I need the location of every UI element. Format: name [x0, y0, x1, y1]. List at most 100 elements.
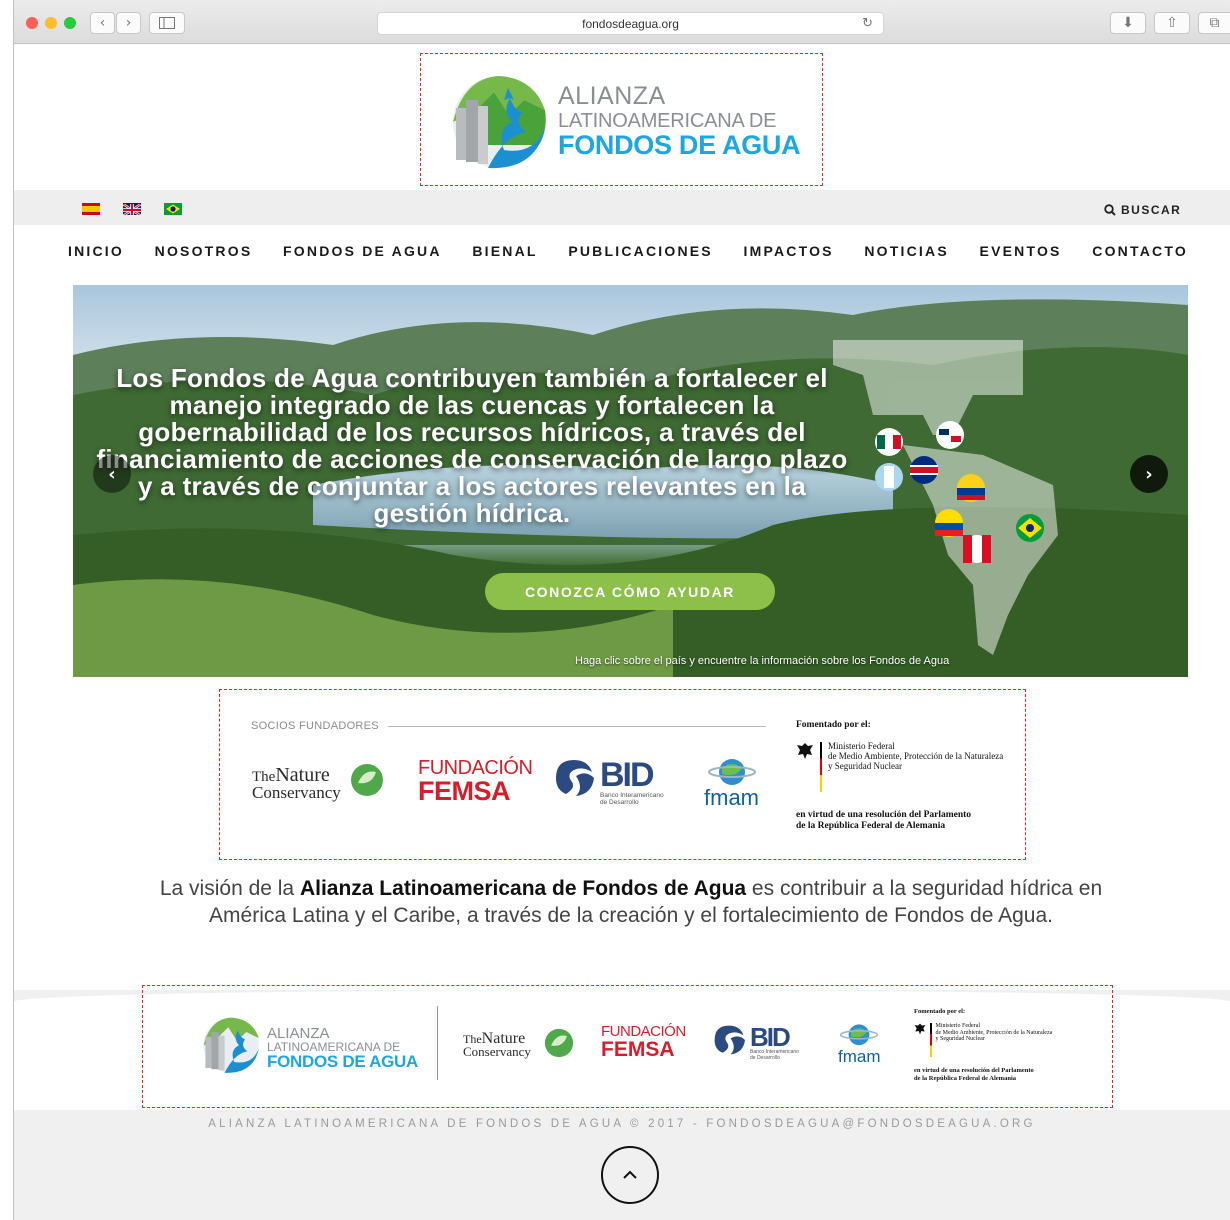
- slider-prev-button[interactable]: ‹: [93, 455, 131, 493]
- logo-line-fondos: FONDOS DE AGUA: [558, 130, 801, 160]
- footer-copyright[interactable]: ALIANZA LATINOAMERICANA DE FONDOS DE AGU…: [14, 1118, 1230, 1130]
- nav-item-bienal[interactable]: BIENAL: [472, 243, 537, 261]
- map-caption: Haga clic sobre el país y encuentre la i…: [575, 655, 950, 667]
- header-logo[interactable]: ALIANZA LATINOAMERICANA DE FONDOS DE AGU…: [420, 53, 823, 186]
- nav-item-nosotros[interactable]: NOSOTROS: [155, 243, 253, 261]
- footer-ministerio-line-3: y Seguridad Nuclear: [935, 1036, 985, 1043]
- ministerio-line-3: y Seguridad Nuclear: [828, 760, 902, 771]
- logo-line-latinoamericana: LATINOAMERICANA DE: [558, 110, 777, 132]
- nav-item-publicaciones[interactable]: PUBLICACIONES: [568, 243, 713, 261]
- german-flag-stripe: [820, 742, 822, 792]
- chevron-left-icon: ‹: [99, 15, 106, 31]
- bid-swoosh-icon: [556, 760, 594, 796]
- chevron-right-icon: ›: [1145, 463, 1153, 485]
- footer-femsa-fundacion: FUNDACIÓN: [601, 1023, 686, 1040]
- fmam-logo[interactable]: fmam: [704, 756, 759, 809]
- footer-logo-line-3: FONDOS DE AGUA: [267, 1052, 419, 1071]
- femsa-logo[interactable]: FUNDACIÓN FEMSA: [418, 757, 533, 806]
- tabs-icon: ⧉: [1209, 15, 1220, 31]
- hero-slider: Los Fondos de Agua contribuyen también a…: [73, 285, 1188, 677]
- spanish-flag-icon[interactable]: [82, 203, 100, 215]
- femsa-name: FEMSA: [418, 776, 511, 806]
- german-eagle-icon: [797, 743, 813, 759]
- founding-partners: SOCIOS FUNDADORES TheNature Conservancy …: [219, 689, 1026, 860]
- nav-item-noticias[interactable]: NOTICIAS: [864, 243, 949, 261]
- share-button[interactable]: ⇧: [1154, 12, 1190, 34]
- footer-bid-logo[interactable]: BID Banco Interamericano de Desarrollo: [711, 1024, 799, 1061]
- footer-german-flag-stripe: [930, 1023, 932, 1057]
- chevron-left-icon: ‹: [108, 463, 116, 485]
- downloads-button[interactable]: ⬇: [1110, 12, 1146, 34]
- bmu-funding-block: Fomentado por el: Ministerio Federal de …: [796, 720, 1016, 833]
- footer-ministerio-line-1: Ministerio Federal: [935, 1023, 981, 1029]
- footer-alliance-logo-icon[interactable]: [198, 1014, 262, 1074]
- search-button[interactable]: BUSCAR: [1104, 203, 1181, 217]
- chevron-up-icon: [623, 1170, 637, 1179]
- nav-item-contacto[interactable]: CONTACTO: [1092, 243, 1188, 261]
- vision-bold: Alianza Latinoamericana de Fondos de Agu…: [299, 877, 747, 900]
- back-to-top-button[interactable]: [601, 1146, 659, 1204]
- resolucion-line-2: de la República Federal de Alemania: [796, 821, 946, 832]
- brazil-flag-icon[interactable]: [164, 203, 182, 215]
- browser-toolbar: ‹ › fondosdeagua.org ↻ ⬇ ⇧ ⧉: [14, 0, 1230, 44]
- footer-bid-name: BID: [750, 1022, 791, 1052]
- footer-divider: [437, 1006, 438, 1080]
- footer-femsa-logo[interactable]: FUNDACIÓN FEMSA: [601, 1024, 686, 1060]
- slider-next-button[interactable]: ›: [1130, 455, 1168, 493]
- tnc-logo[interactable]: TheNature Conservancy: [252, 765, 341, 802]
- cta-conozca-button[interactable]: CONOZCA CÓMO AYUDAR: [485, 573, 775, 610]
- nav-item-inicio[interactable]: INICIO: [68, 243, 124, 261]
- nav-item-eventos[interactable]: EVENTOS: [980, 243, 1062, 261]
- footer-bmu-block: Fomentado por el: Ministerio Federal de …: [914, 1008, 1094, 1083]
- url-text: fondosdeagua.org: [582, 16, 679, 31]
- logo-line-alianza: ALIANZA: [558, 82, 666, 110]
- alliance-logo-icon: [453, 76, 546, 169]
- vision-prefix: La visión de la: [159, 877, 300, 900]
- footer-tnc-conservancy: Conservancy: [463, 1044, 531, 1060]
- english-flag-icon[interactable]: [123, 203, 141, 215]
- sidebar-toggle-button[interactable]: [149, 12, 185, 34]
- femsa-fundacion: FUNDACIÓN: [418, 757, 533, 779]
- footer-tnc-leaf-icon: [544, 1028, 574, 1058]
- socios-label: SOCIOS FUNDADORES: [251, 720, 379, 732]
- bid-subtitle-1: Banco Interamericano: [600, 792, 664, 799]
- address-bar[interactable]: fondosdeagua.org ↻: [377, 12, 884, 35]
- nav-item-fondos-de-agua[interactable]: FONDOS DE AGUA: [283, 243, 442, 261]
- footer-german-eagle-icon: [914, 1023, 926, 1035]
- tabs-overview-button[interactable]: ⧉: [1198, 12, 1230, 34]
- back-button[interactable]: ‹: [90, 12, 115, 34]
- footer-resolucion-line-2: de la República Federal de Alemania: [914, 1074, 1017, 1082]
- divider: [388, 726, 766, 727]
- footer-fmam-name: fmam: [838, 1047, 881, 1066]
- fomentado-heading: Fomentado por el:: [796, 720, 871, 730]
- footer-tnc-logo[interactable]: TheNature Conservancy: [463, 1031, 531, 1060]
- close-window-button[interactable]: [26, 17, 38, 29]
- footer-ministerio-line-2: de Medio Ambiente, Protección de la Natu…: [935, 1029, 1053, 1036]
- zoom-window-button[interactable]: [64, 17, 76, 29]
- sidebar-icon: [159, 17, 175, 29]
- share-icon: ⇧: [1166, 15, 1178, 31]
- chevron-right-icon: ›: [125, 15, 132, 31]
- footer-bid-subtitle-2: de Desarrollo: [750, 1054, 780, 1061]
- footer-bid-swoosh-icon: [714, 1025, 745, 1055]
- footer-fomentado-heading: Fomentado por el:: [914, 1008, 966, 1015]
- reload-icon[interactable]: ↻: [862, 16, 873, 31]
- bid-subtitle-2: de Desarrollo: [600, 799, 639, 807]
- vision-statement: La visión de la Alianza Latinoamericana …: [140, 875, 1122, 929]
- download-icon: ⬇: [1122, 15, 1134, 31]
- bid-logo[interactable]: BID Banco Interamericano de Desarrollo: [552, 758, 664, 806]
- tnc-conservancy: Conservancy: [252, 782, 341, 802]
- globe-icon: [707, 759, 756, 785]
- footer-fmam-logo[interactable]: fmam: [838, 1022, 881, 1065]
- footer-globe-icon: [840, 1024, 879, 1046]
- bid-name: BID: [600, 756, 655, 794]
- forward-button[interactable]: ›: [116, 12, 141, 34]
- footer-logos: ALIANZA LATINOAMERICANA DE FONDOS DE AGU…: [142, 985, 1113, 1108]
- footer-logo-text: ALIANZA LATINOAMERICANA DE FONDOS DE AGU…: [267, 1026, 418, 1070]
- nav-item-impactos[interactable]: IMPACTOS: [744, 243, 834, 261]
- footer-logo-line-1: ALIANZA: [267, 1025, 330, 1042]
- search-icon: [1104, 204, 1116, 216]
- hero-headline: Los Fondos de Agua contribuyen también a…: [96, 363, 848, 528]
- utility-bar: BUSCAR: [14, 190, 1230, 225]
- minimize-window-button[interactable]: [45, 17, 57, 29]
